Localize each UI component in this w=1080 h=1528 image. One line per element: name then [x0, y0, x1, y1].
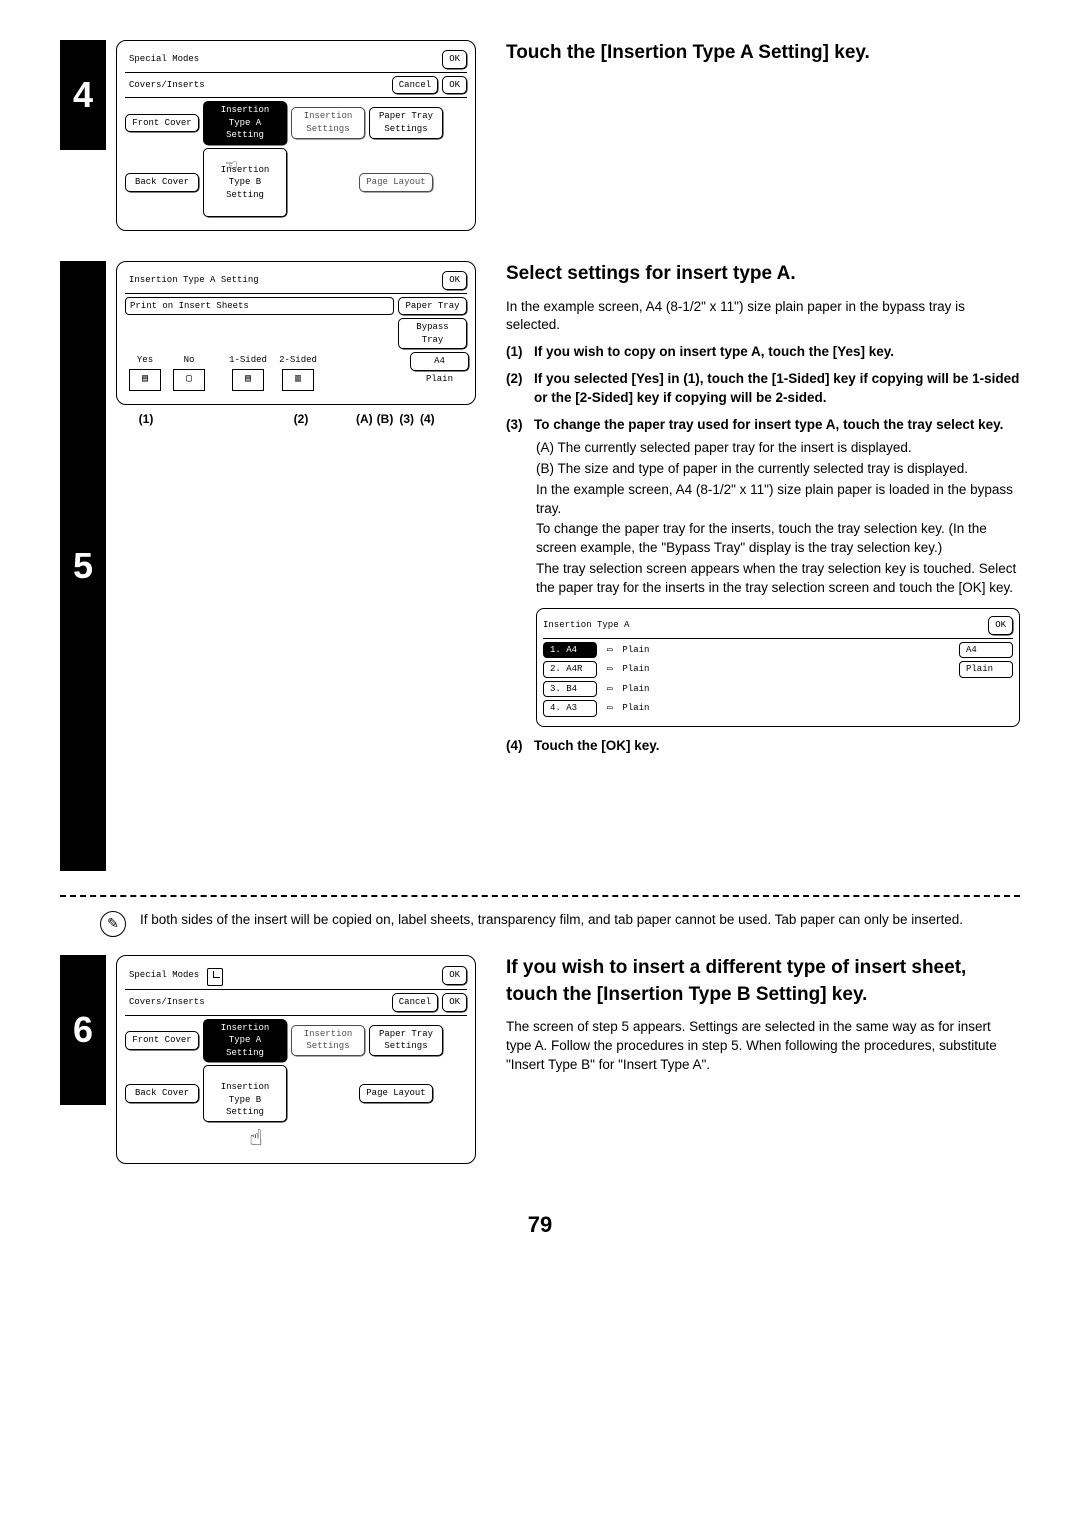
page-layout-button[interactable]: Page Layout	[359, 173, 433, 192]
page-layout-button[interactable]: Page Layout	[359, 1084, 433, 1103]
dashed-divider	[60, 895, 1020, 897]
callout-B: (B)	[377, 411, 394, 428]
step6-lcd: Special Modes OK Covers/Inserts Cancel O…	[116, 955, 476, 1165]
callout-2: (2)	[276, 411, 326, 428]
tray-r1-type: Plain	[622, 644, 649, 657]
sub-b: (B) The size and type of paper in the cu…	[536, 460, 1020, 479]
step5-heading: Select settings for insert type A.	[506, 261, 1020, 288]
ok-button[interactable]: OK	[442, 271, 467, 290]
insertion-type-a-button[interactable]: Insertion Type A Setting	[203, 101, 287, 145]
step6-heading: If you wish to insert a different type o…	[506, 955, 1020, 1008]
bypass-tray-button[interactable]: Bypass Tray	[398, 318, 467, 349]
tray-r3-size[interactable]: 3. B4	[543, 681, 597, 698]
paper-tray-settings-button[interactable]: Paper Tray Settings	[369, 107, 443, 138]
front-cover-button[interactable]: Front Cover	[125, 1031, 199, 1050]
tray-r2-type: Plain	[622, 663, 649, 676]
print-on-insert-label: Print on Insert Sheets	[125, 297, 394, 316]
callout-3: (3)	[399, 411, 414, 428]
item2-num: (2)	[506, 370, 534, 408]
tray-r4-size[interactable]: 4. A3	[543, 700, 597, 717]
ok-button[interactable]: OK	[442, 50, 467, 69]
page-icon	[207, 968, 223, 986]
tray-icon: ▭	[607, 702, 612, 715]
cancel-button[interactable]: Cancel	[392, 993, 438, 1012]
one-sided-button[interactable]: ▤	[232, 369, 264, 391]
hand-pointer-icon: ☝	[249, 1127, 262, 1152]
cancel-button[interactable]: Cancel	[392, 76, 438, 95]
tray-icon: ▭	[607, 644, 612, 657]
tray-r2-right[interactable]: Plain	[959, 661, 1013, 678]
page-number: 79	[60, 1210, 1020, 1241]
note-icon: ✎	[100, 911, 126, 937]
back-cover-button[interactable]: Back Cover	[125, 173, 199, 192]
insertion-type-b-button[interactable]: Insertion Type B Setting	[203, 1065, 287, 1121]
tray-r4-type: Plain	[622, 702, 649, 715]
callout-1: (1)	[116, 411, 176, 428]
ok-button[interactable]: OK	[442, 966, 467, 985]
no-button[interactable]: ▢	[173, 369, 205, 391]
sub-appear: The tray selection screen appears when t…	[536, 560, 1020, 598]
paper-tray-settings-button[interactable]: Paper Tray Settings	[369, 1025, 443, 1056]
type-b-label: Insertion Type B Setting	[221, 1082, 270, 1117]
step6-body: The screen of step 5 appears. Settings a…	[506, 1018, 1020, 1075]
yes-button[interactable]: ▤	[129, 369, 161, 391]
lcd-title: Special Modes	[125, 51, 203, 68]
one-sided-label: 1-Sided	[225, 352, 271, 369]
item4-num: (4)	[506, 737, 534, 756]
tray-r3-type: Plain	[622, 683, 649, 696]
item1-text: If you wish to copy on insert type A, to…	[534, 343, 894, 362]
item4-text: Touch the [OK] key.	[534, 737, 660, 756]
step5-intro: In the example screen, A4 (8-1/2" x 11")…	[506, 298, 1020, 336]
lcd5-title: Insertion Type A Setting	[125, 272, 263, 289]
tray-r2-size[interactable]: 2. A4R	[543, 661, 597, 678]
tray-icon: ▭	[607, 663, 612, 676]
two-sided-button[interactable]: ▥	[282, 369, 314, 391]
item1-num: (1)	[506, 343, 534, 362]
back-cover-button[interactable]: Back Cover	[125, 1084, 199, 1103]
no-label: No	[180, 352, 199, 369]
step4-heading: Touch the [Insertion Type A Setting] key…	[506, 40, 1020, 67]
callout-4: (4)	[420, 411, 435, 428]
ok-button-2[interactable]: OK	[442, 76, 467, 95]
callout-A: (A)	[356, 411, 373, 428]
step5-lcd: Insertion Type A Setting OK Print on Ins…	[116, 261, 476, 405]
sub-example: In the example screen, A4 (8-1/2" x 11")…	[536, 481, 1020, 519]
paper-tray-label: Paper Tray	[398, 297, 467, 316]
tray-r1-size[interactable]: 1. A4	[543, 642, 597, 659]
ok-button-2[interactable]: OK	[442, 993, 467, 1012]
tray-selection-panel: Insertion Type A OK 1. A4 ▭ Plain A4 2. …	[536, 608, 1020, 727]
item3-text: To change the paper tray used for insert…	[534, 416, 1003, 435]
two-sided-label: 2-Sided	[275, 352, 321, 369]
hand-pointer-icon: ☜	[226, 155, 237, 180]
callout-row: (1) (2) (A) (B) (3) (4)	[116, 411, 476, 428]
tray-panel-title: Insertion Type A	[543, 619, 629, 632]
step-4-number: 4	[60, 40, 106, 150]
tray-r1-right[interactable]: A4	[959, 642, 1013, 659]
note-text: If both sides of the insert will be copi…	[140, 911, 963, 930]
yes-label: Yes	[133, 352, 157, 369]
lcd6-title: Special Modes	[125, 967, 203, 984]
item3-num: (3)	[506, 416, 534, 435]
tray-ok-button[interactable]: OK	[988, 616, 1013, 635]
sub-a: (A) The currently selected paper tray fo…	[536, 439, 1020, 458]
step4-lcd: Special Modes OK Covers/Inserts Cancel O…	[116, 40, 476, 231]
step-6-number: 6	[60, 955, 106, 1105]
insertion-settings-button[interactable]: Insertion Settings	[291, 107, 365, 138]
plain-label: Plain	[422, 371, 457, 388]
item2-text: If you selected [Yes] in (1), touch the …	[534, 370, 1020, 408]
lcd6-subtitle: Covers/Inserts	[125, 994, 209, 1011]
insertion-type-b-button[interactable]: Insertion Type B Setting ☜	[203, 148, 287, 217]
insertion-settings-button[interactable]: Insertion Settings	[291, 1025, 365, 1056]
front-cover-button[interactable]: Front Cover	[125, 114, 199, 133]
tray-icon: ▭	[607, 683, 612, 696]
sub-change: To change the paper tray for the inserts…	[536, 520, 1020, 558]
a4-size-label: A4	[410, 352, 469, 371]
lcd-subtitle: Covers/Inserts	[125, 77, 209, 94]
step-5-number: 5	[60, 261, 106, 871]
insertion-type-a-button[interactable]: Insertion Type A Setting	[203, 1019, 287, 1063]
